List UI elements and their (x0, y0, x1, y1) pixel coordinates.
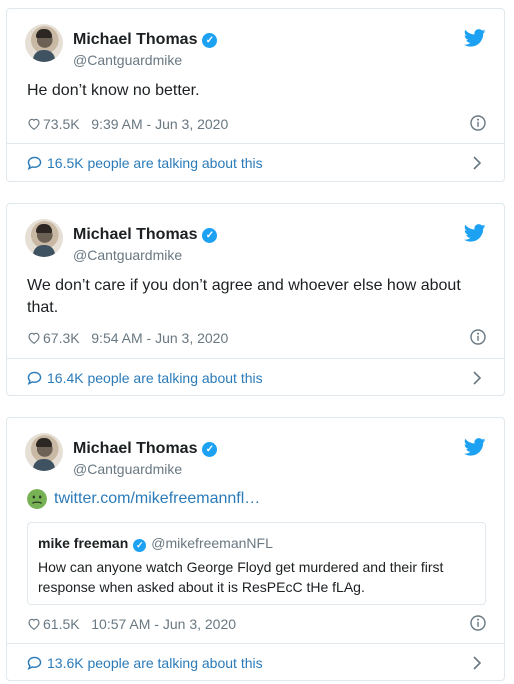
author-name-text[interactable]: Michael Thomas (73, 226, 197, 243)
heart-icon[interactable] (27, 331, 41, 345)
timestamp[interactable]: 9:39 AM - Jun 3, 2020 (91, 116, 228, 132)
speech-bubble-icon (27, 656, 42, 670)
speech-bubble-icon (27, 156, 42, 170)
talking-text[interactable]: 16.4K people are talking about this (47, 370, 263, 386)
quoted-author-name[interactable]: mike freeman (38, 535, 128, 551)
avatar[interactable] (25, 24, 63, 62)
verified-badge-icon: ✓ (202, 442, 218, 457)
author-name[interactable]: Michael Thomas ✓ (73, 439, 218, 459)
talking-text[interactable]: 16.5K people are talking about this (47, 155, 263, 171)
tweet-card[interactable]: Michael Thomas ✓ @Cantguardmike twitter.c… (6, 417, 505, 681)
avatar[interactable] (25, 433, 63, 471)
author-name-text[interactable]: Michael Thomas (73, 31, 197, 48)
author-handle[interactable]: @Cantguardmike (73, 246, 182, 264)
talking-link[interactable]: 16.5K people are talking about this (27, 154, 263, 172)
like-count[interactable]: 61.5K (43, 616, 80, 632)
timestamp[interactable]: 10:57 AM - Jun 3, 2020 (91, 616, 236, 632)
twitter-bird-icon[interactable] (464, 224, 486, 242)
author-name-text[interactable]: Michael Thomas (73, 440, 197, 457)
like-count[interactable]: 67.3K (43, 330, 80, 346)
tweet-meta: 67.3K 9:54 AM - Jun 3, 2020 (27, 329, 228, 347)
tweet-meta: 61.5K 10:57 AM - Jun 3, 2020 (27, 615, 236, 633)
author-name[interactable]: Michael Thomas ✓ (73, 225, 218, 245)
timestamp[interactable]: 9:54 AM - Jun 3, 2020 (91, 330, 228, 346)
twitter-bird-icon[interactable] (464, 29, 486, 47)
talking-text[interactable]: 13.6K people are talking about this (47, 655, 263, 671)
talking-link[interactable]: 13.6K people are talking about this (27, 654, 263, 672)
tweet-link[interactable]: twitter.com/mikefreemannfl… (54, 489, 260, 509)
info-icon[interactable] (470, 115, 486, 131)
quoted-author[interactable]: mike freeman ✓ @mikefreemanNFL (38, 534, 273, 552)
verified-badge-icon: ✓ (133, 539, 147, 552)
divider (7, 643, 504, 644)
heart-icon[interactable] (27, 617, 41, 631)
tweet-card[interactable]: Michael Thomas ✓ @Cantguardmike We don’t … (6, 203, 505, 396)
chevron-right-icon[interactable] (472, 371, 482, 385)
heart-icon[interactable] (27, 117, 41, 131)
tweet-card[interactable]: Michael Thomas ✓ @Cantguardmike He don’t … (6, 8, 505, 182)
quoted-text: How can anyone watch George Floyd get mu… (38, 559, 444, 595)
author-name[interactable]: Michael Thomas ✓ (73, 30, 218, 50)
twitter-bird-icon[interactable] (464, 438, 486, 456)
tweet-meta: 73.5K 9:39 AM - Jun 3, 2020 (27, 115, 228, 133)
quoted-author-handle[interactable]: @mikefreemanNFL (151, 535, 273, 551)
speech-bubble-icon (27, 371, 42, 385)
info-icon[interactable] (470, 615, 486, 631)
nauseated-face-emoji (27, 489, 47, 509)
info-icon[interactable] (470, 329, 486, 345)
tweet-text: He don’t know no better. (27, 82, 200, 99)
divider (7, 143, 504, 144)
tweet-text: We don’t care if you don’t agree and who… (27, 277, 461, 316)
quoted-tweet[interactable]: mike freeman ✓ @mikefreemanNFL How can any… (27, 522, 486, 605)
chevron-right-icon[interactable] (472, 156, 482, 170)
talking-link[interactable]: 16.4K people are talking about this (27, 369, 263, 387)
chevron-right-icon[interactable] (472, 656, 482, 670)
author-handle[interactable]: @Cantguardmike (73, 51, 182, 69)
author-handle[interactable]: @Cantguardmike (73, 460, 182, 478)
verified-badge-icon: ✓ (202, 228, 218, 243)
divider (7, 358, 504, 359)
like-count[interactable]: 73.5K (43, 116, 80, 132)
verified-badge-icon: ✓ (202, 33, 218, 48)
avatar[interactable] (25, 219, 63, 257)
